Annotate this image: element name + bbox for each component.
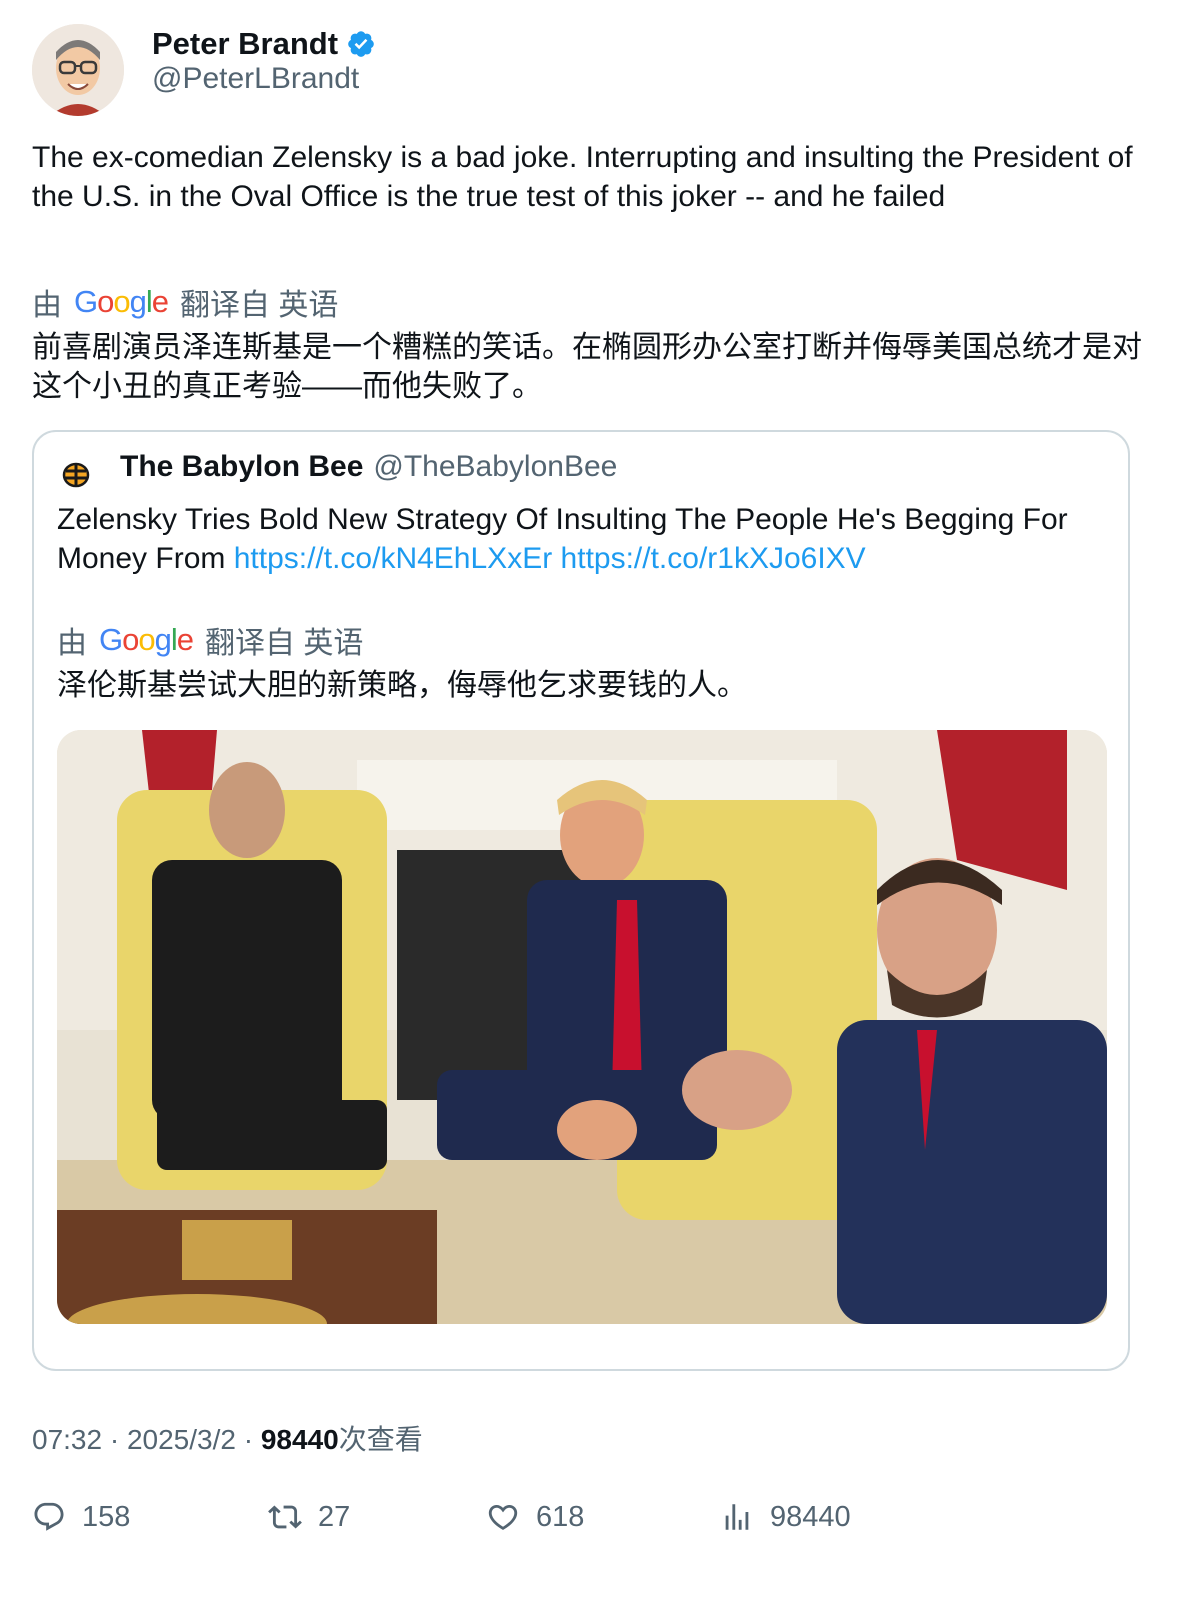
quoted-tweet-text: Zelensky Tries Bold New Strategy Of Insu… [57, 500, 1117, 578]
views-count: 98440 [770, 1500, 851, 1533]
analytics-icon [725, 1504, 749, 1530]
tweet-time[interactable]: 07:32 [32, 1424, 102, 1455]
tweet-meta: 07:32 · 2025/3/2 · 98440次查看 [32, 1418, 423, 1458]
view-count: 98440 [260, 1424, 339, 1455]
retweet-button[interactable]: 27 [268, 1500, 350, 1534]
reply-button[interactable]: 158 [32, 1500, 130, 1534]
quoted-translate-prefix: 由 [57, 627, 87, 660]
meta-separator: · [243, 1424, 261, 1455]
author-handle[interactable]: @PeterLBrandt [152, 62, 359, 96]
quoted-translated-text: 泽伦斯基尝试大胆的新策略，侮辱他乞求要钱的人。 [57, 669, 747, 702]
retweet-count: 27 [318, 1500, 351, 1533]
reply-count: 158 [82, 1500, 131, 1533]
retweet-icon [268, 1505, 302, 1529]
quoted-author-row[interactable]: The Babylon Bee @TheBabylonBee [120, 450, 617, 484]
avatar-illustration [32, 24, 124, 116]
view-count-suffix: 次查看 [338, 1424, 423, 1455]
babylon-bee-logo-icon [59, 457, 93, 491]
meta-separator: · [109, 1424, 127, 1455]
reply-icon [34, 1502, 64, 1531]
author-name-row[interactable]: Peter Brandt [152, 24, 376, 64]
heart-icon [488, 1504, 518, 1530]
views-button[interactable]: 98440 [720, 1500, 851, 1534]
tweet-text: The ex-comedian Zelensky is a bad joke. … [32, 141, 1133, 213]
avatar[interactable] [32, 24, 124, 116]
quoted-translation-attribution[interactable]: 由 Google 翻译自 英语 [57, 618, 363, 662]
action-bar: 158 27 618 98440 [32, 1500, 1132, 1550]
tweet-date[interactable]: 2025/3/2 [127, 1424, 236, 1455]
translation-attribution[interactable]: 由 Google 翻译自 英语 [32, 280, 338, 324]
quoted-link-2[interactable]: https://t.co/r1kXJo6IXV [561, 542, 866, 575]
quoted-media-image[interactable] [57, 730, 1107, 1324]
oval-office-photo-icon [57, 730, 1107, 1324]
translated-text: 前喜剧演员泽连斯基是一个糟糕的笑话。在椭圆形办公室打断并侮辱美国总统才是对这个小… [32, 331, 1142, 403]
quoted-translate-suffix: 翻译自 英语 [205, 627, 364, 660]
like-button[interactable]: 618 [486, 1500, 584, 1534]
verified-badge-icon [348, 31, 374, 57]
like-count: 618 [536, 1500, 585, 1533]
quoted-author-name[interactable]: The Babylon Bee [120, 450, 363, 484]
quoted-link-1[interactable]: https://t.co/kN4EhLXxEr [234, 542, 552, 575]
author-name[interactable]: Peter Brandt [152, 26, 338, 62]
google-logo-icon: Google [74, 284, 169, 319]
google-logo-icon: Google [99, 622, 194, 657]
translate-suffix: 翻译自 英语 [180, 289, 339, 322]
translate-prefix: 由 [32, 289, 62, 322]
quoted-author-handle[interactable]: @TheBabylonBee [373, 450, 617, 484]
